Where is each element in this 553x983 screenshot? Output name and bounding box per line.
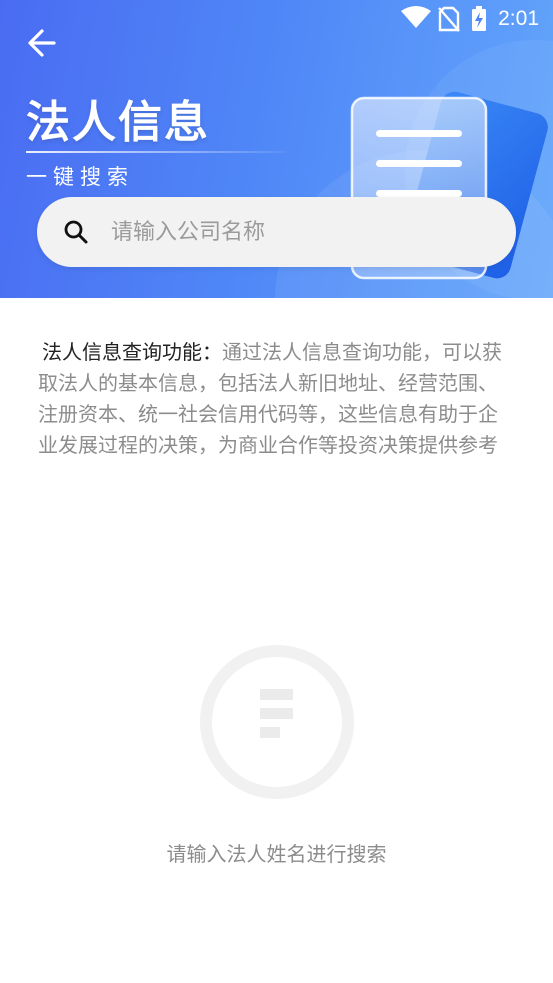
status-bar: 2:01 — [0, 0, 553, 38]
empty-state-message: 请输入法人姓名进行搜索 — [166, 842, 387, 866]
status-time: 2:01 — [498, 7, 539, 30]
search-bar[interactable] — [37, 197, 516, 267]
empty-document-icon — [200, 645, 354, 799]
arrow-left-icon — [28, 29, 56, 57]
wifi-icon — [401, 6, 431, 28]
battery-charging-icon — [472, 6, 486, 31]
title-divider — [26, 151, 286, 153]
search-icon — [64, 220, 88, 244]
back-button[interactable] — [22, 26, 62, 60]
page-subtitle: 一键搜索 — [26, 165, 134, 189]
description-label: 法人信息查询功能： — [42, 340, 222, 364]
no-sim-icon — [438, 6, 460, 32]
description: 法人信息查询功能：通过法人信息查询功能，可以获取法人的基本信息，包括法人新旧地址… — [38, 337, 516, 461]
search-input[interactable] — [111, 197, 491, 267]
page-title: 法人信息 — [26, 97, 210, 148]
